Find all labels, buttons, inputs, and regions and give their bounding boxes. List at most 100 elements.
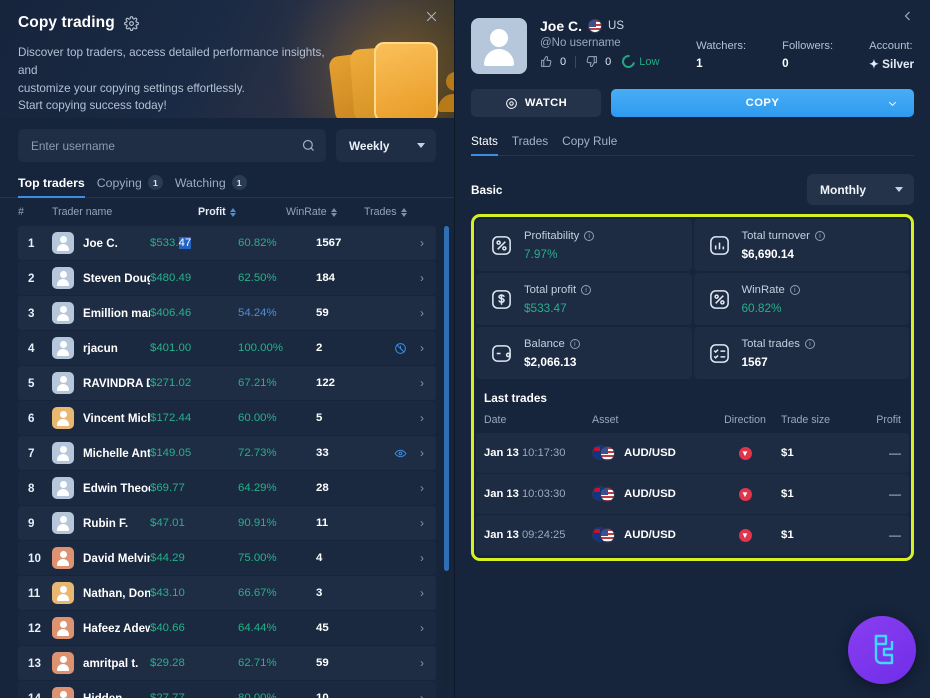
table-row[interactable]: 6 Vincent Mich...$172.44 60.00% 5 › bbox=[18, 401, 436, 435]
table-row[interactable]: 12 Hafeez Adew...$40.66 64.44% 45 › bbox=[18, 611, 436, 645]
avatar bbox=[52, 652, 74, 674]
search-icon[interactable] bbox=[301, 138, 316, 153]
row-avatar-cell bbox=[52, 407, 83, 429]
info-icon[interactable]: i bbox=[581, 284, 592, 295]
tab-watching[interactable]: Watching 1 bbox=[175, 175, 247, 197]
trade-asset: AUD/USD bbox=[592, 445, 709, 461]
brand-logo-icon[interactable] bbox=[848, 616, 916, 684]
row-chevron-right-icon[interactable]: › bbox=[412, 481, 432, 495]
aud-usd-flags-icon bbox=[592, 445, 616, 461]
stat-card: WinRate i 60.82% bbox=[693, 273, 909, 325]
table-row[interactable]: 9 Rubin F. $47.01 90.91% 11 › bbox=[18, 506, 436, 540]
table-row[interactable]: 8 Edwin Theod...$69.77 64.29% 28 › bbox=[18, 471, 436, 505]
copying-icon[interactable] bbox=[394, 342, 407, 355]
trade-direction: ▼ bbox=[709, 487, 781, 501]
traders-scrollbar[interactable] bbox=[444, 222, 449, 692]
info-icon[interactable]: i bbox=[814, 230, 825, 241]
table-row[interactable]: 4 rjacun $401.00 100.00% 2 › bbox=[18, 331, 436, 365]
detail-tabs: Stats Trades Copy Rule bbox=[471, 134, 914, 156]
risk-gauge-icon bbox=[619, 52, 638, 71]
traders-scrollbar-thumb[interactable] bbox=[444, 226, 449, 571]
close-icon[interactable] bbox=[418, 3, 444, 29]
row-profit: $149.05 bbox=[150, 447, 192, 459]
trade-direction: ▼ bbox=[709, 528, 781, 542]
tab-top-traders[interactable]: Top traders bbox=[18, 176, 85, 198]
info-icon[interactable]: i bbox=[584, 230, 595, 241]
thumbs-up-icon[interactable] bbox=[540, 55, 553, 68]
row-avatar-cell bbox=[52, 302, 83, 324]
watchers-value: 1 bbox=[696, 57, 703, 70]
info-icon[interactable]: i bbox=[789, 284, 800, 295]
row-status-icon bbox=[388, 447, 412, 460]
avatar bbox=[52, 337, 74, 359]
chevron-down-icon[interactable] bbox=[887, 98, 898, 109]
sort-icon-profit[interactable] bbox=[229, 207, 236, 217]
chevron-down-icon bbox=[895, 187, 903, 192]
row-chevron-right-icon[interactable]: › bbox=[412, 376, 432, 390]
tab-copy-rule[interactable]: Copy Rule bbox=[562, 134, 617, 155]
watch-button[interactable]: WATCH bbox=[471, 89, 601, 117]
row-chevron-right-icon[interactable]: › bbox=[412, 516, 432, 530]
row-chevron-right-icon[interactable]: › bbox=[412, 586, 432, 600]
tab-copying[interactable]: Copying 1 bbox=[97, 175, 163, 197]
row-trader-name: Steven Dougl... bbox=[83, 271, 150, 285]
table-row[interactable]: 10 David Melvin...$44.29 75.00% 4 › bbox=[18, 541, 436, 575]
row-trader-name: Michelle Ant... bbox=[83, 446, 150, 460]
collapse-panel-icon[interactable] bbox=[896, 4, 920, 28]
table-row[interactable]: 11 Nathan, Don...$43.10 66.67% 3 › bbox=[18, 576, 436, 610]
column-header-profit-label: Profit bbox=[198, 206, 226, 218]
search-box[interactable] bbox=[18, 129, 326, 162]
row-chevron-right-icon[interactable]: › bbox=[412, 656, 432, 670]
trade-size: $1 bbox=[781, 529, 794, 541]
lt-column-date: Date bbox=[484, 414, 507, 426]
row-chevron-right-icon[interactable]: › bbox=[412, 446, 432, 460]
table-row[interactable]: 2 Steven Dougl...$480.49 62.50% 184 › bbox=[18, 261, 436, 295]
row-chevron-right-icon[interactable]: › bbox=[412, 621, 432, 635]
wallet-icon bbox=[490, 342, 513, 365]
row-chevron-right-icon[interactable]: › bbox=[412, 551, 432, 565]
row-chevron-right-icon[interactable]: › bbox=[412, 306, 432, 320]
row-rank: 2 bbox=[28, 271, 35, 285]
sort-icon-trades[interactable] bbox=[400, 207, 407, 217]
column-header-winrate[interactable]: WinRate bbox=[286, 206, 364, 218]
trade-size: $1 bbox=[781, 488, 794, 500]
info-icon[interactable]: i bbox=[569, 338, 580, 349]
table-row[interactable]: 3 Emillion mar...$406.46 54.24% 59 › bbox=[18, 296, 436, 330]
period-select[interactable]: Weekly bbox=[336, 129, 436, 162]
avatar bbox=[52, 302, 74, 324]
row-winrate: 90.91% bbox=[238, 517, 277, 529]
table-row[interactable]: 13 amritpal t. $29.28 62.71% 59 › bbox=[18, 646, 436, 680]
row-trades: 2 bbox=[316, 342, 323, 354]
lt-column-asset: Asset bbox=[592, 414, 619, 426]
column-header-trades[interactable]: Trades bbox=[364, 206, 436, 218]
row-chevron-right-icon[interactable]: › bbox=[412, 341, 432, 355]
thumbs-down-icon[interactable] bbox=[585, 55, 598, 68]
sort-icon-winrate[interactable] bbox=[330, 207, 337, 217]
column-header-name: Trader name bbox=[52, 206, 113, 218]
risk-indicator: Low bbox=[619, 52, 659, 71]
tab-stats[interactable]: Stats bbox=[471, 134, 498, 156]
row-chevron-right-icon[interactable]: › bbox=[412, 271, 432, 285]
column-header-profit[interactable]: Profit bbox=[198, 206, 286, 218]
gear-icon[interactable] bbox=[123, 15, 139, 31]
table-row[interactable]: 1 Joe C. $533.47 60.82% 1567 › bbox=[18, 226, 436, 260]
avatar bbox=[52, 687, 74, 698]
stats-period-select[interactable]: Monthly bbox=[807, 174, 914, 205]
info-icon[interactable]: i bbox=[804, 338, 815, 349]
watching-eye-icon[interactable] bbox=[394, 447, 407, 460]
search-input[interactable] bbox=[31, 138, 301, 153]
stat-label: Total turnover i bbox=[742, 230, 825, 242]
row-chevron-right-icon[interactable]: › bbox=[412, 691, 432, 698]
table-row[interactable]: 7 Michelle Ant...$149.05 72.73% 33 › bbox=[18, 436, 436, 470]
row-rank: 13 bbox=[28, 656, 41, 670]
row-profit: $172.44 bbox=[150, 412, 192, 424]
tab-copying-badge: 1 bbox=[147, 175, 163, 190]
row-chevron-right-icon[interactable]: › bbox=[412, 411, 432, 425]
table-row[interactable]: 5 RAVINDRA D.$271.02 67.21% 122 › bbox=[18, 366, 436, 400]
tab-trades[interactable]: Trades bbox=[512, 134, 548, 155]
row-chevron-right-icon[interactable]: › bbox=[412, 236, 432, 250]
copy-button[interactable]: COPY bbox=[611, 89, 914, 117]
direction-down-icon: ▼ bbox=[738, 487, 752, 501]
avatar bbox=[52, 512, 74, 534]
table-row[interactable]: 14 Hidden $27.77 80.00% 10 › bbox=[18, 681, 436, 698]
